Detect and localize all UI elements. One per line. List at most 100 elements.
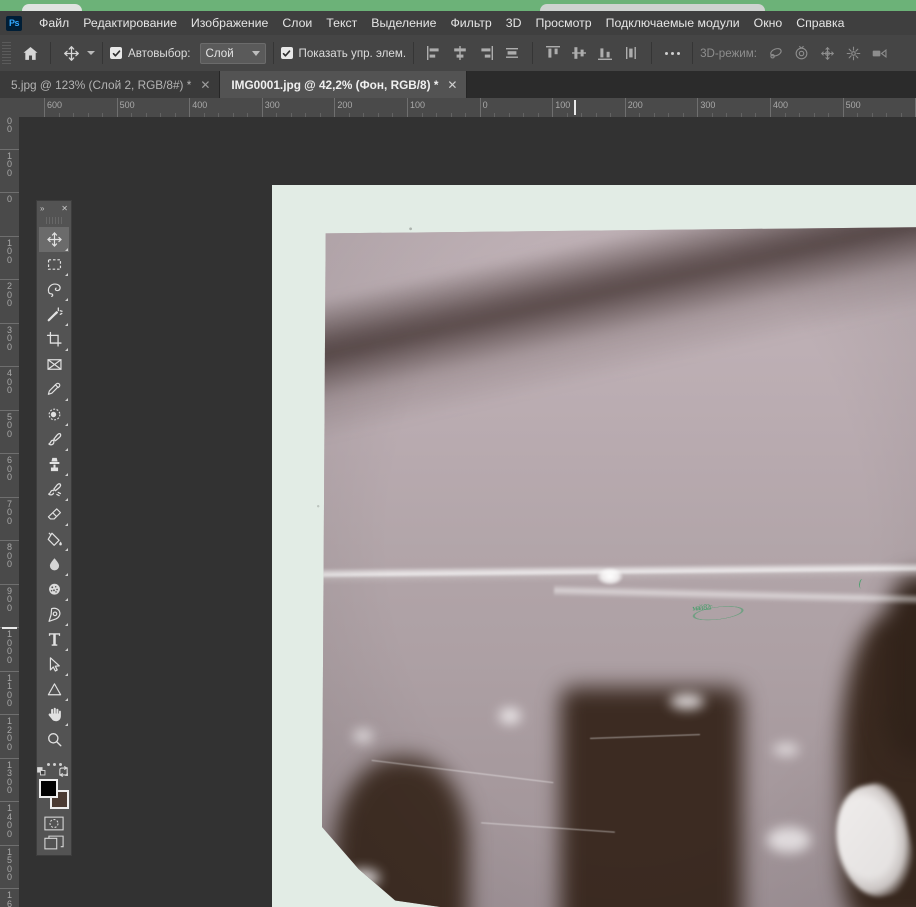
close-icon[interactable]: ✕ <box>61 204 68 213</box>
menu-plugins[interactable]: Подключаемые модули <box>599 14 747 32</box>
document-canvas[interactable]: май 82г <box>272 185 916 907</box>
ruler-tick <box>0 496 19 498</box>
menu-3d[interactable]: 3D <box>499 14 529 32</box>
menu-layers[interactable]: Слои <box>275 14 319 32</box>
close-icon[interactable]: ✕ <box>447 79 457 91</box>
more-options-button[interactable] <box>659 40 685 66</box>
photoshop-logo-icon: Ps <box>6 15 22 31</box>
type-tool[interactable] <box>39 627 69 652</box>
menu-filter[interactable]: Фильтр <box>443 14 498 32</box>
hand-tool[interactable] <box>39 702 69 727</box>
distribute-vertical-icon[interactable] <box>618 40 644 66</box>
spot-healing-brush-tool[interactable] <box>39 402 69 427</box>
document-tab-bar: 5.jpg @ 123% (Слой 2, RGB/8#) * ✕ IMG000… <box>0 71 916 98</box>
menu-edit[interactable]: Редактирование <box>76 14 184 32</box>
align-bottom-edges-icon[interactable] <box>592 40 618 66</box>
ruler-origin-corner[interactable] <box>0 98 20 118</box>
quick-mask-toggle[interactable] <box>43 815 65 832</box>
align-right-edges-icon[interactable] <box>473 40 499 66</box>
os-tab-nub-right[interactable] <box>540 4 765 11</box>
frame-tool[interactable] <box>39 352 69 377</box>
os-titlebar <box>0 0 916 11</box>
chevron-down-icon <box>251 50 260 56</box>
align-vertical-centers-icon[interactable] <box>566 40 592 66</box>
divider <box>532 42 534 64</box>
document-tab-title: IMG0001.jpg @ 42,2% (Фон, RGB/8) * <box>231 77 439 92</box>
zoom-tool[interactable] <box>39 727 69 752</box>
history-brush-tool[interactable] <box>39 477 69 502</box>
tools-panel-header[interactable]: » ✕ <box>37 201 71 215</box>
distribute-horizontal-icon[interactable] <box>499 40 525 66</box>
ruler-label: 600 <box>47 100 63 110</box>
show-transform-controls-checkbox[interactable] <box>280 47 293 59</box>
3d-roll-icon[interactable] <box>789 40 815 66</box>
menu-window[interactable]: Окно <box>747 14 790 32</box>
vertical-ruler[interactable]: 2001000100200300400500600700800900100011… <box>0 117 20 907</box>
3d-orbit-icon[interactable] <box>763 40 789 66</box>
options-bar-grip[interactable] <box>2 42 11 64</box>
align-left-edges-icon[interactable] <box>421 40 447 66</box>
ruler-label: 900 <box>6 585 12 613</box>
shape-tool[interactable] <box>39 677 69 702</box>
eyedropper-tool[interactable] <box>39 377 69 402</box>
ruler-tick <box>0 366 19 367</box>
path-selection-tool[interactable] <box>39 652 69 677</box>
menu-type[interactable]: Текст <box>319 14 364 32</box>
align-top-edges-icon[interactable] <box>540 40 566 66</box>
menu-select[interactable]: Выделение <box>364 14 443 32</box>
screen-mode-toggle[interactable] <box>43 834 65 851</box>
ruler-tick <box>0 453 19 454</box>
lasso-tool[interactable] <box>39 277 69 302</box>
double-chevron-right-icon[interactable]: » <box>40 204 44 213</box>
ruler-tick <box>0 844 19 846</box>
rectangular-marquee-tool[interactable] <box>39 252 69 277</box>
ruler-tick <box>0 714 19 715</box>
eraser-tool[interactable] <box>39 502 69 527</box>
dodge-tool[interactable] <box>39 577 69 602</box>
foreground-color-swatch[interactable] <box>39 779 58 798</box>
divider <box>102 42 103 64</box>
divider <box>50 42 51 64</box>
menu-file[interactable]: Файл <box>32 14 76 32</box>
default-colors-icon[interactable] <box>37 767 46 776</box>
horizontal-ruler[interactable]: 6005004003002001000100200300400500600700… <box>19 98 916 118</box>
swap-colors-icon[interactable] <box>58 766 69 777</box>
auto-select-checkbox[interactable] <box>110 47 122 59</box>
magic-wand-tool[interactable] <box>39 302 69 327</box>
os-tab-nub-left[interactable] <box>22 4 82 11</box>
document-tab-img0001[interactable]: IMG0001.jpg @ 42,2% (Фон, RGB/8) * ✕ <box>220 71 468 98</box>
tools-panel-grip[interactable] <box>46 217 62 224</box>
ruler-label: 200 <box>6 117 12 135</box>
ruler-position-marker <box>574 100 577 115</box>
gradient-tool[interactable] <box>39 527 69 552</box>
canvas-area[interactable]: май 82г <box>19 117 916 907</box>
crop-tool[interactable] <box>39 327 69 352</box>
brush-tool[interactable] <box>39 427 69 452</box>
menu-image[interactable]: Изображение <box>184 14 275 32</box>
blur-tool[interactable] <box>39 552 69 577</box>
divider <box>651 42 653 64</box>
auto-select-target-dropdown[interactable]: Слой <box>199 42 266 64</box>
align-horizontal-centers-icon[interactable] <box>447 40 473 66</box>
menu-view[interactable]: Просмотр <box>528 14 598 32</box>
menu-help[interactable]: Справка <box>789 14 851 32</box>
move-tool-preset-chevron-icon[interactable] <box>87 51 95 55</box>
3d-pan-icon[interactable] <box>815 40 841 66</box>
home-icon[interactable] <box>17 40 43 66</box>
3d-slide-icon[interactable] <box>841 40 867 66</box>
ruler-tick <box>0 235 19 237</box>
document-tab-5jpg[interactable]: 5.jpg @ 123% (Слой 2, RGB/8#) * ✕ <box>0 71 221 98</box>
move-tool[interactable] <box>39 227 69 252</box>
ruler-label: 1400 <box>6 803 12 839</box>
3d-camera-icon[interactable] <box>867 40 893 66</box>
ruler-label: 600 <box>6 455 12 483</box>
ruler-label: 300 <box>6 324 12 352</box>
clone-stamp-tool[interactable] <box>39 452 69 477</box>
pen-tool[interactable] <box>39 602 69 627</box>
ruler-label: 400 <box>192 100 208 110</box>
close-icon[interactable]: ✕ <box>200 79 210 91</box>
ruler-label: 400 <box>6 368 12 396</box>
ruler-label: 200 <box>627 100 643 110</box>
ruler-tick <box>0 583 19 585</box>
move-tool-icon[interactable] <box>58 40 84 66</box>
